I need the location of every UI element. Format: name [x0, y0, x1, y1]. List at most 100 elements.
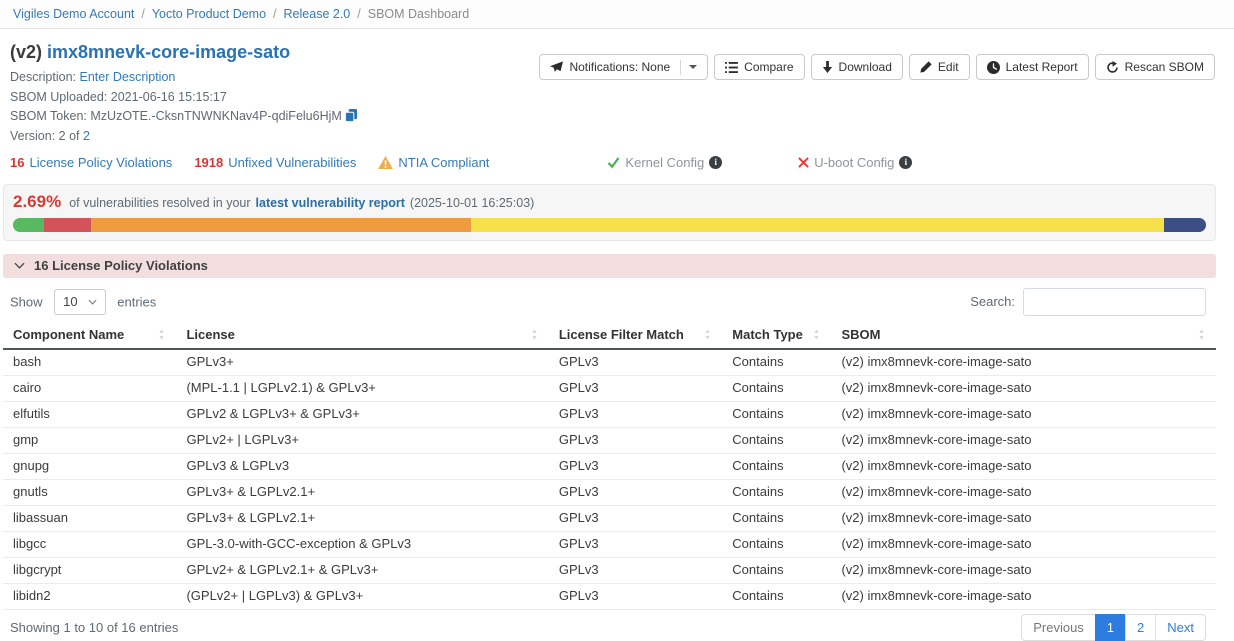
sort-icon: [157, 329, 166, 340]
version-value: 2 of: [59, 129, 80, 143]
stat-license-violations[interactable]: 16 License Policy Violations: [10, 155, 172, 170]
kernel-config-label: Kernel Config: [625, 155, 704, 170]
cell-component: gmp: [3, 427, 176, 453]
sbom-header: (v2) imx8mnevk-core-image-sato Descripti…: [3, 29, 1216, 144]
column-header-match-type[interactable]: Match Type: [722, 322, 831, 349]
table-row: gnupgGPLv3 & LGPLv3GPLv3Contains(v2) imx…: [3, 453, 1216, 479]
rescan-sbom-button[interactable]: Rescan SBOM: [1095, 54, 1215, 80]
info-icon[interactable]: [709, 156, 722, 169]
table-row: cairo(MPL-1.1 | LGPLv2.1) & GPLv3+GPLv3C…: [3, 375, 1216, 401]
cell-match-type: Contains: [722, 401, 831, 427]
warning-icon: [378, 156, 393, 169]
stat-uboot-config[interactable]: U-boot Config: [798, 155, 912, 170]
column-header-sbom[interactable]: SBOM: [831, 322, 1216, 349]
progress-segment-resolved-green: [13, 218, 44, 232]
show-label: Show: [10, 294, 43, 309]
cell-component: libidn2: [3, 583, 176, 609]
sort-icon: [703, 329, 712, 340]
cell-license-filter-match: GPLv3: [549, 583, 722, 609]
cell-component: libassuan: [3, 505, 176, 531]
table-row: libgccGPL-3.0-with-GCC-exception & GPLv3…: [3, 531, 1216, 557]
report-timestamp: (2025-10-01 16:25:03): [410, 196, 534, 210]
column-label: Component Name: [13, 327, 124, 342]
cell-match-type: Contains: [722, 583, 831, 609]
cell-component: gnutls: [3, 479, 176, 505]
stat-ntia-compliant[interactable]: NTIA Compliant: [378, 155, 489, 170]
latest-vulnerability-report-link[interactable]: latest vulnerability report: [256, 196, 405, 210]
column-header-component-name[interactable]: Component Name: [3, 322, 176, 349]
cell-sbom: (v2) imx8mnevk-core-image-sato: [831, 427, 1216, 453]
breadcrumb-link-account[interactable]: Vigiles Demo Account: [13, 7, 134, 21]
latest-report-button[interactable]: Latest Report: [976, 54, 1089, 80]
cell-license-filter-match: GPLv3: [549, 375, 722, 401]
search-control: Search:: [970, 288, 1216, 316]
search-input[interactable]: [1023, 288, 1206, 316]
sort-icon: [1197, 329, 1206, 340]
edit-button[interactable]: Edit: [909, 54, 970, 80]
caret-down-icon: [680, 60, 697, 75]
breadcrumb-link-product[interactable]: Yocto Product Demo: [152, 7, 266, 21]
description-label: Description:: [10, 70, 76, 84]
edit-icon: [920, 61, 932, 73]
stat-unfixed-vulnerabilities[interactable]: 1918 Unfixed Vulnerabilities: [194, 155, 356, 170]
cell-sbom: (v2) imx8mnevk-core-image-sato: [831, 349, 1216, 376]
cell-component: bash: [3, 349, 176, 376]
copy-icon[interactable]: [345, 109, 358, 122]
pagination-page-2[interactable]: 2: [1125, 614, 1156, 641]
cell-license-filter-match: GPLv3: [549, 505, 722, 531]
cell-license: (GPLv2+ | LGPLv3) & GPLv3+: [176, 583, 548, 609]
version-link[interactable]: 2: [83, 129, 90, 143]
cell-component: libgcrypt: [3, 557, 176, 583]
license-violations-section-header[interactable]: 16 License Policy Violations: [3, 254, 1216, 278]
compare-button[interactable]: Compare: [714, 54, 804, 80]
license-violations-link[interactable]: License Policy Violations: [29, 155, 172, 170]
table-controls: Show 10 entries Search:: [3, 288, 1216, 316]
breadcrumb-link-release[interactable]: Release 2.0: [284, 7, 351, 21]
breadcrumb-current: SBOM Dashboard: [368, 7, 469, 21]
pagination-next[interactable]: Next: [1155, 614, 1206, 641]
column-label: License Filter Match: [559, 327, 684, 342]
column-header-license[interactable]: License: [176, 322, 548, 349]
cell-match-type: Contains: [722, 453, 831, 479]
resolution-progress-card: 2.69% of vulnerabilities resolved in you…: [3, 184, 1216, 241]
sort-icon: [530, 329, 539, 340]
cell-license-filter-match: GPLv3: [549, 349, 722, 376]
cell-match-type: Contains: [722, 479, 831, 505]
download-button[interactable]: Download: [811, 54, 903, 80]
token-line: SBOM Token: MzUzOTE.-CksnTNWNKNav4P-qdiF…: [10, 109, 1216, 124]
cell-license-filter-match: GPLv3: [549, 453, 722, 479]
cell-license: GPLv3+ & LGPLv2.1+: [176, 479, 548, 505]
pagination-page-1[interactable]: 1: [1095, 614, 1126, 641]
cell-component: cairo: [3, 375, 176, 401]
entries-label: entries: [117, 294, 156, 309]
cell-sbom: (v2) imx8mnevk-core-image-sato: [831, 505, 1216, 531]
cell-license-filter-match: GPLv3: [549, 557, 722, 583]
cell-match-type: Contains: [722, 505, 831, 531]
cell-match-type: Contains: [722, 375, 831, 401]
ntia-link[interactable]: NTIA Compliant: [398, 155, 489, 170]
breadcrumb: Vigiles Demo Account / Yocto Product Dem…: [0, 0, 1234, 29]
token-label: SBOM Token:: [10, 109, 87, 123]
token-value: MzUzOTE.-CksnTNWNKNav4P-qdiFelu6HjM: [90, 109, 341, 123]
stat-kernel-config[interactable]: Kernel Config: [607, 155, 722, 170]
info-icon[interactable]: [899, 156, 912, 169]
entries-select-value: 10: [63, 294, 77, 309]
enter-description-link[interactable]: Enter Description: [79, 70, 175, 84]
progress-segment-critical-red: [44, 218, 91, 232]
column-header-license-filter-match[interactable]: License Filter Match: [549, 322, 722, 349]
cell-match-type: Contains: [722, 531, 831, 557]
column-label: SBOM: [841, 327, 880, 342]
progress-segment-medium-yellow: [471, 218, 1164, 232]
cell-license-filter-match: GPLv3: [549, 531, 722, 557]
cell-license-filter-match: GPLv3: [549, 401, 722, 427]
send-icon: [550, 61, 563, 73]
table-row: gnutlsGPLv3+ & LGPLv2.1+GPLv3Contains(v2…: [3, 479, 1216, 505]
table-row: gmpGPLv2+ | LGPLv3+GPLv3Contains(v2) imx…: [3, 427, 1216, 453]
entries-select[interactable]: 10: [54, 289, 105, 315]
unfixed-link[interactable]: Unfixed Vulnerabilities: [228, 155, 356, 170]
notifications-button[interactable]: Notifications: None: [539, 54, 708, 80]
cell-license: GPLv3+ & LGPLv2.1+: [176, 505, 548, 531]
pagination-previous[interactable]: Previous: [1021, 614, 1096, 641]
toolbar: Notifications: None Compare Download Edi…: [539, 54, 1215, 80]
version-line: Version: 2 of 2: [10, 129, 1216, 144]
